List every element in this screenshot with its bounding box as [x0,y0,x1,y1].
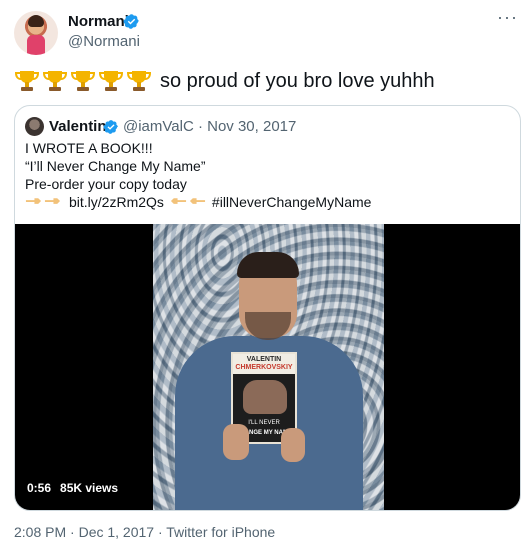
quoted-text-line: Pre-order your copy today [25,176,187,192]
tweet-text: so proud of you bro love yuhhh [14,66,435,96]
quoted-tweet-card[interactable]: Valentin @iamValC · Nov 30, 2017 I WROTE… [14,105,521,511]
video-player[interactable]: VALENTIN CHMERKOVSKIY I'LL NEVER CHANGE … [15,224,520,510]
quoted-link-line: bit.ly/2zRm2Qs #illNeverChangeMyName [25,193,371,211]
tweet-body: so proud of you bro love yuhhh [160,69,435,92]
verified-badge-icon [103,120,118,134]
trophy-icon [98,71,124,91]
trophy-emoji-row [14,68,152,94]
pointing-hand-icon [25,198,42,204]
trophy-icon [42,71,68,91]
book-author-last: CHMERKOVSKIY [235,364,293,371]
author-display-name[interactable]: Normani [68,13,129,30]
book-author-first: VALENTIN [246,356,282,363]
pointing-hand-icon [189,198,205,204]
trophy-icon [14,71,40,91]
author-handle[interactable]: @Normani [68,33,140,50]
video-info-badge: 0:56 85K views [23,478,122,498]
quoted-author-avatar [25,117,44,136]
quoted-text-line: I WROTE A BOOK!!! [25,140,153,156]
video-duration: 0:56 [27,481,52,495]
trophy-icon [70,71,96,91]
video-thumbnail: VALENTIN CHMERKOVSKIY I'LL NEVER CHANGE … [153,224,384,510]
quoted-hashtag[interactable]: #illNeverChangeMyName [212,193,372,211]
video-views: 85K views [60,481,119,495]
trophy-icon [126,71,152,91]
pointing-hand-icon [44,198,61,204]
quoted-text-line: “I’ll Never Change My Name” [25,158,206,174]
tweet-timestamp[interactable]: 2:08 PM · Dec 1, 2017 · Twitter for iPho… [14,524,275,540]
author-avatar[interactable] [14,11,58,55]
pointing-hand-icon [170,198,186,204]
quoted-author-name: Valentin [49,118,107,135]
verified-badge-icon [123,14,139,29]
quoted-handle-date: @iamValC · Nov 30, 2017 [123,118,297,135]
more-options-icon[interactable]: ··· [497,8,517,30]
quoted-link[interactable]: bit.ly/2zRm2Qs [69,193,164,211]
